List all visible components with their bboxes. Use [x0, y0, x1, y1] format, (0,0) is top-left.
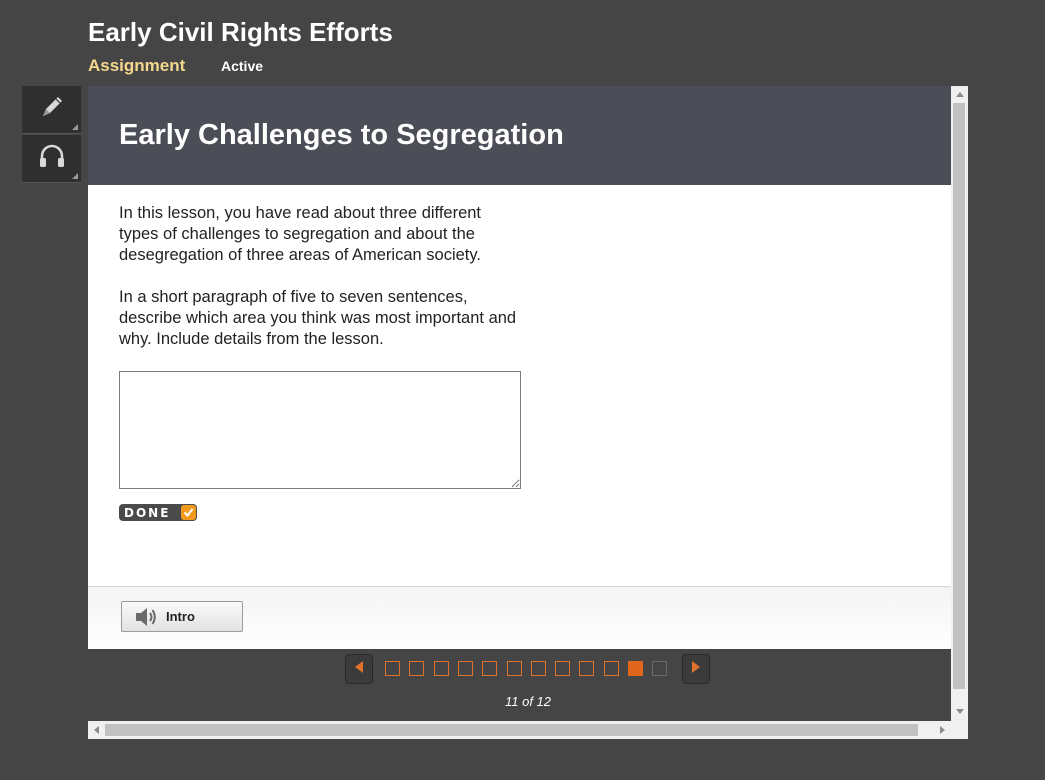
- page-indicator: [652, 661, 668, 676]
- scroll-down-icon[interactable]: [956, 709, 964, 714]
- lesson-heading: Early Challenges to Segregation: [119, 119, 564, 151]
- page-indicator[interactable]: [603, 661, 619, 676]
- triangle-left-icon: [354, 660, 364, 678]
- assignment-label: Assignment: [88, 56, 186, 75]
- scroll-left-icon[interactable]: [94, 726, 99, 734]
- audio-tool-button[interactable]: [22, 135, 81, 183]
- page-count: 11 of 12: [504, 694, 552, 709]
- done-button[interactable]: DONE: [119, 504, 197, 521]
- page-indicator[interactable]: [555, 661, 571, 676]
- next-page-button[interactable]: [682, 654, 710, 684]
- page-indicator[interactable]: [506, 661, 522, 676]
- vertical-scroll-thumb[interactable]: [953, 103, 965, 689]
- intro-label: Intro: [166, 609, 195, 624]
- expand-corner-icon: [72, 124, 78, 130]
- page-indicator[interactable]: [385, 661, 400, 676]
- page-indicator[interactable]: [457, 661, 473, 676]
- page-indicator[interactable]: [433, 661, 449, 676]
- page-title: Early Civil Rights Efforts: [88, 17, 393, 47]
- lesson-frame: Early Challenges to Segregation In this …: [88, 86, 968, 739]
- speaker-icon: [134, 606, 158, 628]
- headphones-icon: [36, 141, 68, 176]
- scroll-right-icon[interactable]: [940, 726, 945, 734]
- answer-textarea[interactable]: [119, 371, 521, 489]
- checkmark-icon: [181, 505, 196, 520]
- pencil-icon: [37, 92, 67, 127]
- lesson-paragraph-2: In a short paragraph of five to seven se…: [119, 288, 517, 348]
- triangle-right-icon: [691, 660, 701, 678]
- pencil-tool-button[interactable]: [22, 86, 81, 134]
- pager: [345, 654, 711, 684]
- intro-audio-button[interactable]: Intro: [121, 601, 243, 632]
- page-indicator[interactable]: [579, 661, 595, 676]
- previous-page-button[interactable]: [345, 654, 373, 684]
- lesson-paragraph-1: In this lesson, you have read about thre…: [119, 204, 482, 264]
- horizontal-scrollbar[interactable]: [88, 721, 951, 739]
- horizontal-scroll-thumb[interactable]: [105, 724, 918, 736]
- scrollbar-corner: [951, 721, 968, 739]
- lesson-content: Early Challenges to Segregation In this …: [88, 86, 951, 649]
- lesson-footer: Intro: [88, 586, 951, 649]
- lesson-banner: Early Challenges to Segregation: [88, 86, 951, 185]
- vertical-scrollbar[interactable]: [951, 86, 968, 721]
- done-label: DONE: [124, 505, 171, 520]
- page-indicator[interactable]: [409, 661, 425, 676]
- status-label: Active: [221, 58, 264, 74]
- scroll-up-icon[interactable]: [956, 92, 964, 97]
- expand-corner-icon: [72, 173, 78, 179]
- page-indicator[interactable]: [530, 661, 546, 676]
- page-indicator-current[interactable]: [628, 661, 643, 676]
- page-indicator[interactable]: [482, 661, 498, 676]
